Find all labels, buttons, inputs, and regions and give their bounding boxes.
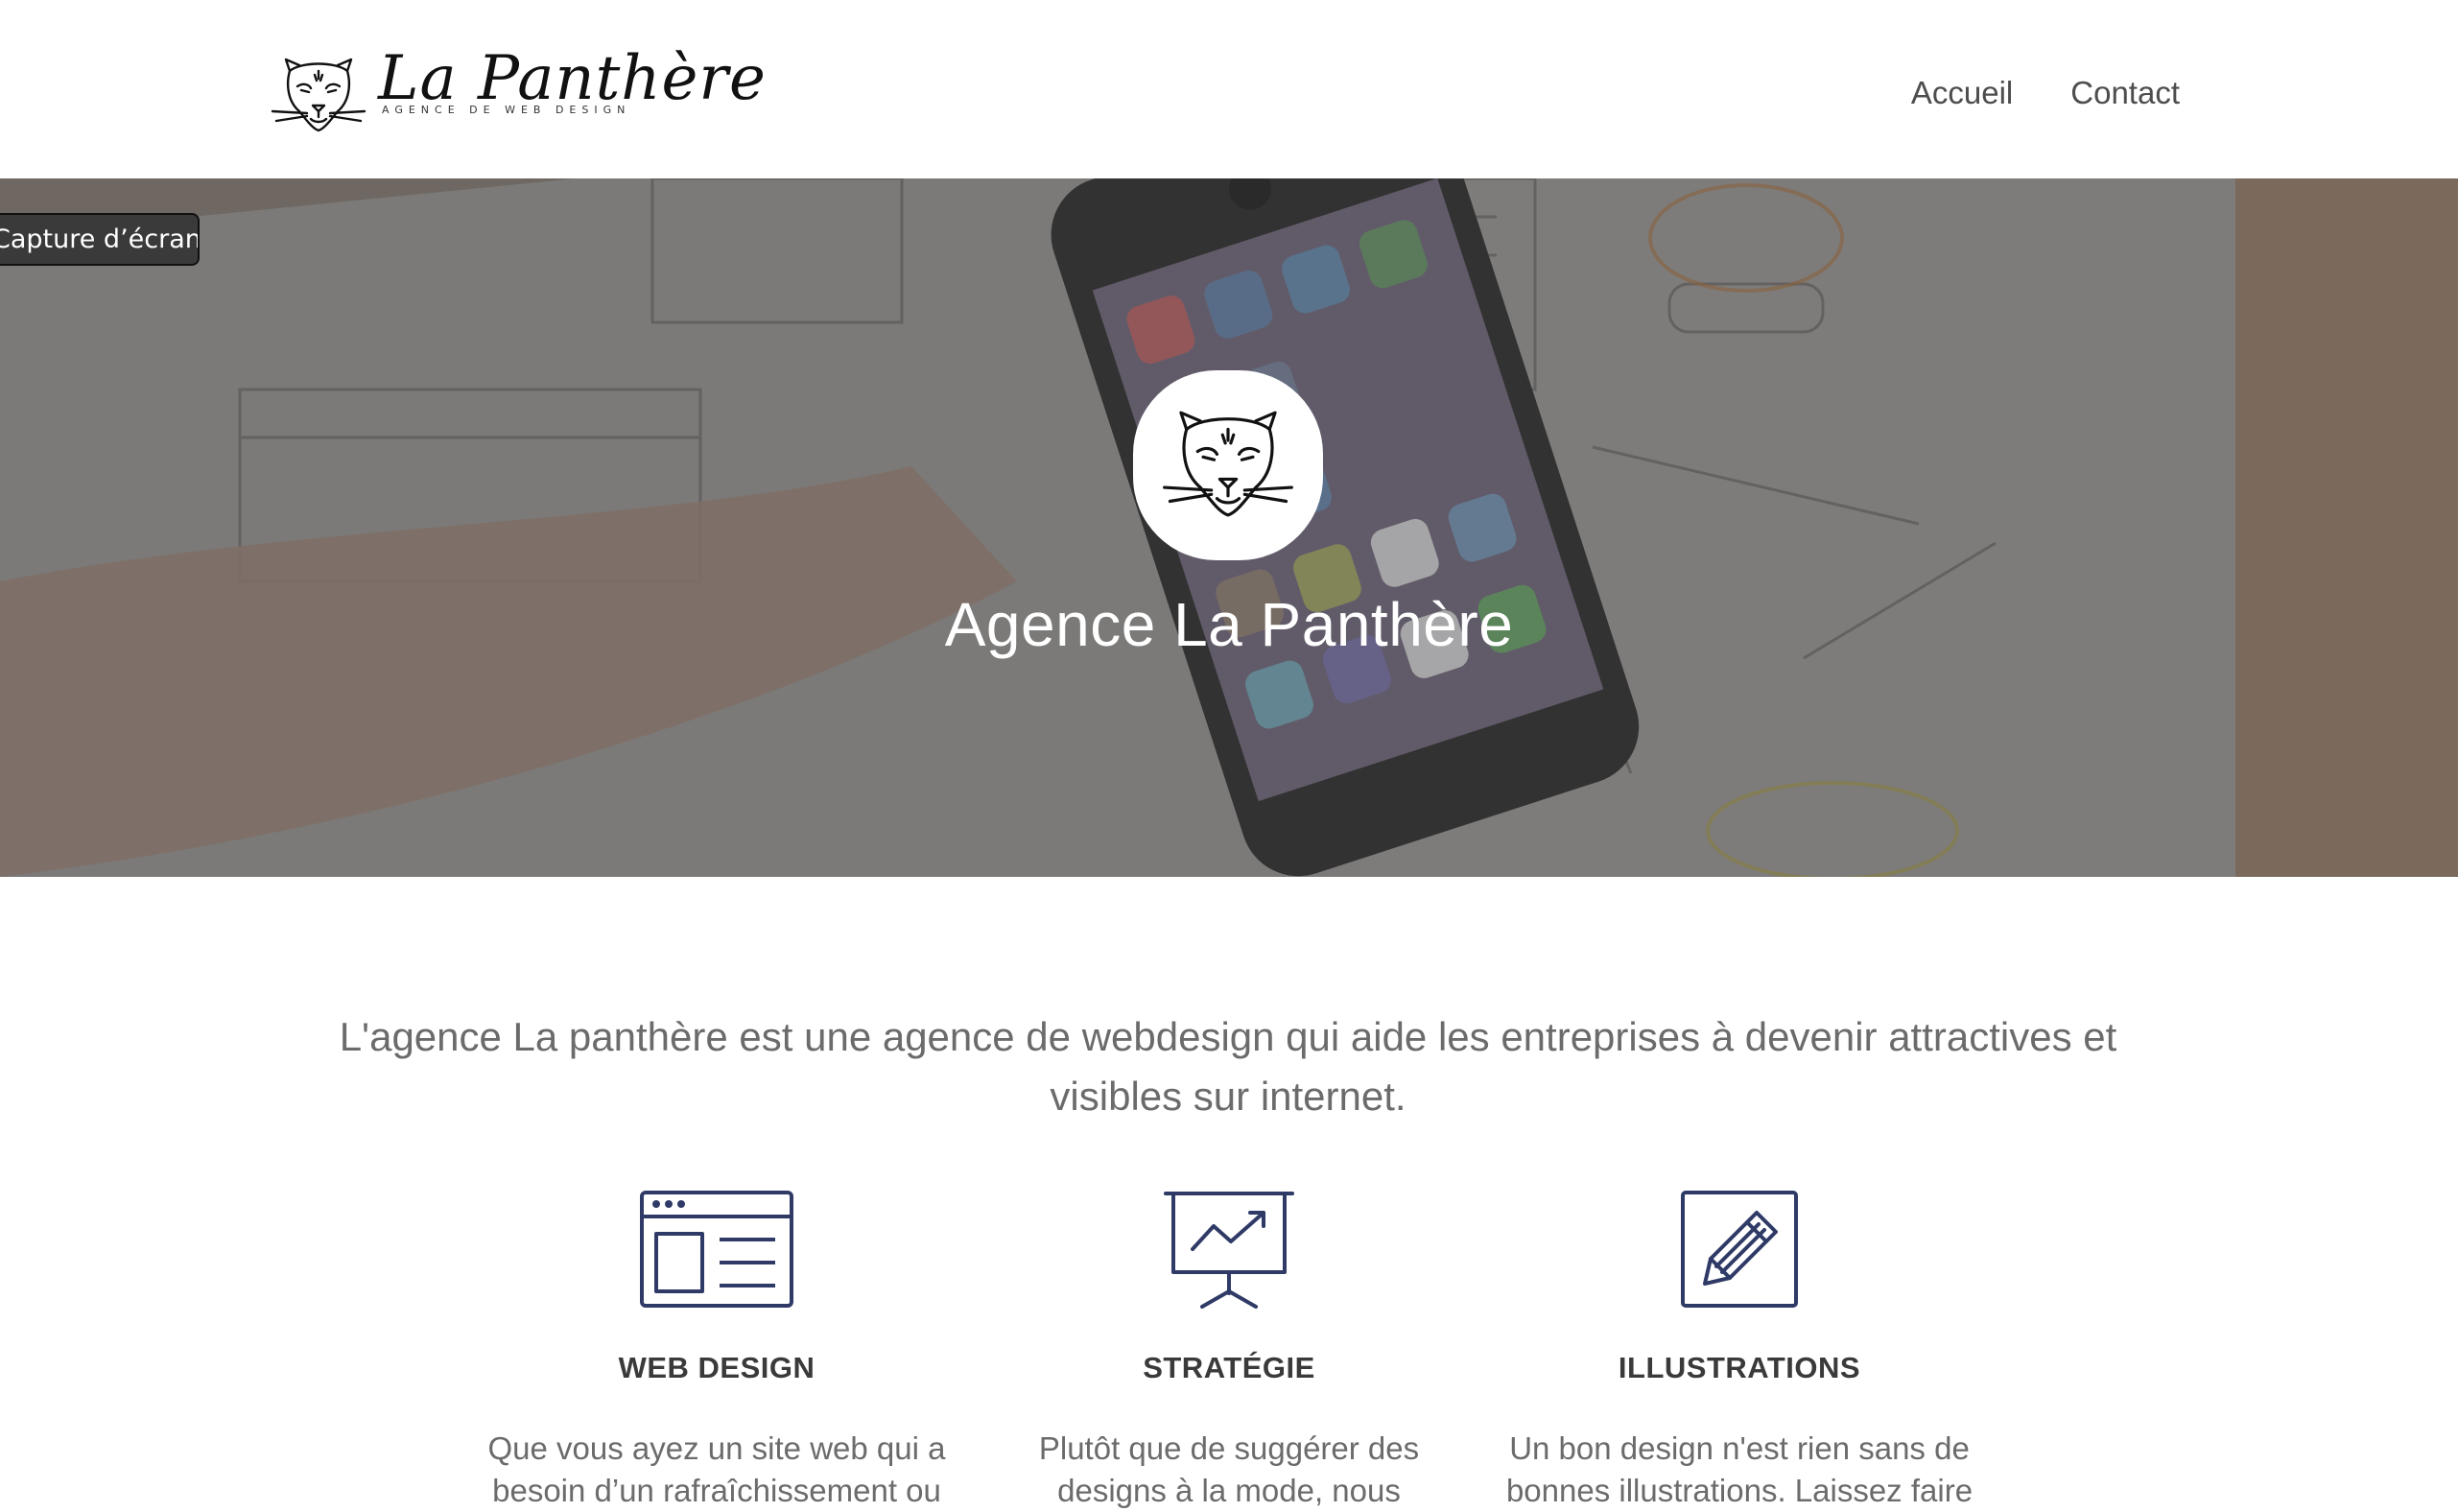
screenshot-capture-tab[interactable]: Capture d’écran xyxy=(0,213,200,266)
brand-logo-link[interactable]: La Panthère AGENCE DE WEB DESIGN xyxy=(269,43,766,144)
brand-tagline: AGENCE DE WEB DESIGN xyxy=(382,104,631,116)
nav-link-accueil[interactable]: Accueil xyxy=(1911,75,2013,111)
service-description: Un bon design n'est rien sans de bonnes … xyxy=(1505,1430,1973,1508)
service-illustrations: ILLUSTRATIONS Un bon design n'est rien s… xyxy=(1500,1190,1979,1508)
service-title: STRATÉGIE xyxy=(1143,1351,1315,1384)
hero-title: Agence La Panthère xyxy=(944,590,1514,659)
service-description: Que vous ayez un site web qui a besoin d… xyxy=(487,1430,946,1508)
service-title: WEB DESIGN xyxy=(618,1351,815,1384)
service-web-design: WEB DESIGN Que vous ayez un site web qui… xyxy=(477,1190,957,1508)
panther-head-icon xyxy=(1163,411,1293,517)
service-strategie: STRATÉGIE Plutôt que de suggérer des des… xyxy=(989,1190,1469,1508)
browser-layout-icon xyxy=(640,1191,793,1308)
presentation-chart-icon xyxy=(1164,1192,1294,1309)
panther-logo-icon xyxy=(271,58,366,132)
site-header: La Panthère AGENCE DE WEB DESIGN Accueil… xyxy=(0,0,2458,178)
main-nav: Accueil Contact xyxy=(1911,75,2180,111)
nav-link-contact[interactable]: Contact xyxy=(2070,75,2180,111)
service-title: ILLUSTRATIONS xyxy=(1618,1351,1861,1384)
pencil-square-icon xyxy=(1681,1191,1798,1308)
intro-text: L'agence La panthère est une agence de w… xyxy=(339,1014,2117,1119)
hero-logo-badge xyxy=(1133,370,1323,560)
hero-banner: Capture d’écran Agence La Panthère xyxy=(0,178,2458,877)
service-description: Plutôt que de suggérer des designs à la … xyxy=(1038,1430,1420,1508)
